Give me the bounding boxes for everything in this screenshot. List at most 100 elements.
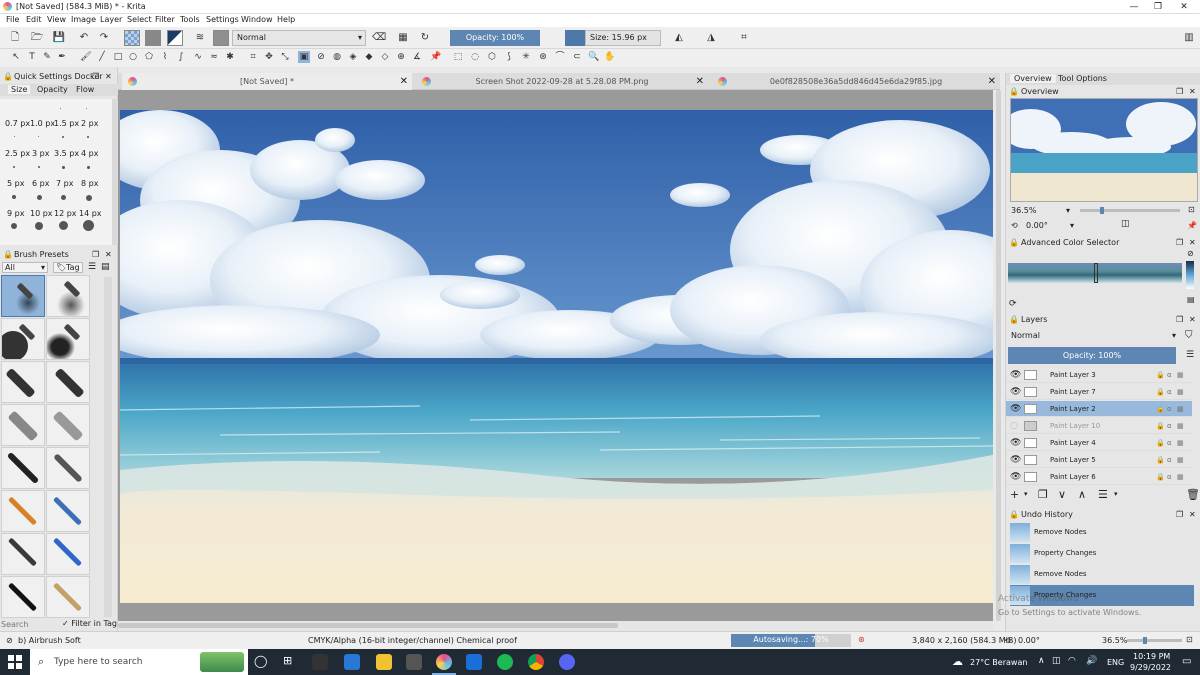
size-preset[interactable]: 10 px <box>30 209 53 218</box>
blend-mode-select[interactable]: Normal ▾ <box>232 30 366 46</box>
menu-select[interactable]: Select <box>127 15 152 24</box>
alpha-lock-icon[interactable]: ▦ <box>396 31 410 45</box>
scrollbar-thumb[interactable] <box>118 623 618 628</box>
float-icon[interactable]: ❐ <box>1176 314 1183 326</box>
alpha-icon[interactable]: α <box>1167 418 1172 434</box>
color-space-label[interactable]: CMYK/Alpha (16-bit integer/channel) Chem… <box>308 636 517 645</box>
eye-icon[interactable]: 👁 <box>1010 401 1021 417</box>
horizontal-scrollbar[interactable] <box>118 621 993 631</box>
polyline-tool-icon[interactable]: ⌇ <box>159 51 171 63</box>
multibrush-icon[interactable]: ✱ <box>224 51 236 63</box>
redo-icon[interactable]: ↷ <box>97 31 111 45</box>
tab-size[interactable]: Size <box>8 85 31 94</box>
scrollbar-thumb[interactable] <box>996 90 1001 621</box>
brush-preset[interactable] <box>1 361 45 403</box>
lock-icon[interactable]: 🔒 <box>1156 367 1165 383</box>
menu-view[interactable]: View <box>47 15 66 24</box>
save-icon[interactable]: 💾 <box>52 31 66 45</box>
close-icon[interactable]: ✕ <box>1189 86 1196 98</box>
close-icon[interactable]: ✕ <box>1189 509 1196 521</box>
lock-icon[interactable]: 🔒 <box>3 70 13 83</box>
alpha-icon[interactable]: α <box>1167 401 1172 417</box>
size-preset[interactable]: 6 px <box>32 179 49 188</box>
gradient-tool-icon[interactable]: ▣ <box>298 51 310 63</box>
brush-preset[interactable] <box>1 404 45 446</box>
brush-preset-airbrush-soft[interactable] <box>1 275 45 317</box>
size-preset[interactable]: 5 px <box>7 179 24 188</box>
layer-row[interactable]: 👁 Paint Layer 6 🔒 α ▦ <box>1006 469 1192 485</box>
brush-preset[interactable] <box>46 318 90 360</box>
size-preset[interactable]: 4 px <box>81 149 98 158</box>
menu-tools[interactable]: Tools <box>180 15 200 24</box>
float-icon[interactable]: ❐ <box>92 70 99 83</box>
size-preset[interactable]: 2 px <box>81 119 98 128</box>
brush-preset[interactable] <box>1 318 45 360</box>
tab-overview[interactable]: Overview <box>1010 74 1056 83</box>
eye-icon[interactable]: 👁 <box>1010 452 1021 468</box>
brush-settings-icon[interactable]: ≋ <box>193 31 207 45</box>
new-document-icon[interactable]: 🗋 <box>8 31 22 45</box>
polygonal-selection-icon[interactable]: ⬡ <box>486 51 498 63</box>
size-preset[interactable]: 7 px <box>56 179 73 188</box>
clock-time[interactable]: 10:19 PM <box>1133 652 1170 661</box>
size-preset[interactable]: 8 px <box>81 179 98 188</box>
tab-document-3[interactable]: 0e0f828508e36a5dd846d45e6da29f85.jpg ✕ <box>712 73 1000 90</box>
enclose-fill-icon[interactable]: ◇ <box>379 51 391 63</box>
opacity-slider[interactable]: Opacity: 100% <box>450 30 540 46</box>
bezier-selection-icon[interactable]: ⌒ <box>554 51 566 63</box>
freehand-brush-icon[interactable]: 🖌 <box>80 51 92 63</box>
foreground-background-color-icon[interactable] <box>167 30 183 46</box>
pin-icon[interactable]: 📌 <box>1187 221 1197 230</box>
eye-icon[interactable]: 👁 <box>1010 384 1021 400</box>
alpha-icon[interactable]: α <box>1167 452 1172 468</box>
brush-preset-swatch[interactable] <box>213 30 229 46</box>
freehand-path-icon[interactable]: ∿ <box>192 51 204 63</box>
color-selector-gradient[interactable] <box>1008 263 1182 283</box>
lock-icon[interactable]: 🔒 <box>1009 314 1019 326</box>
lock-icon[interactable]: 🔒 <box>1156 401 1165 417</box>
close-icon[interactable]: ✕ <box>400 73 408 90</box>
tab-flow[interactable]: Flow <box>76 85 94 94</box>
network-icon[interactable]: ◫ <box>1052 656 1061 666</box>
alpha-icon[interactable]: α <box>1167 367 1172 383</box>
layer-blend-mode-select[interactable]: Normal ▾ <box>1008 329 1176 343</box>
eraser-icon[interactable]: ⌫ <box>372 31 386 45</box>
close-icon[interactable]: ✕ <box>1172 1 1196 13</box>
size-preset[interactable]: 14 px <box>79 209 102 218</box>
rectangle-tool-icon[interactable]: □ <box>112 51 124 63</box>
color-value-strip[interactable] <box>1186 261 1194 289</box>
size-preset[interactable]: 3 px <box>32 149 49 158</box>
crop-tool-icon[interactable]: ⌗ <box>247 51 259 63</box>
similar-selection-icon[interactable]: ⊛ <box>537 51 549 63</box>
minimize-icon[interactable]: — <box>1122 1 1146 13</box>
inherit-alpha-icon[interactable]: ▦ <box>1177 469 1184 485</box>
chevron-down-icon[interactable]: ▾ <box>1114 490 1118 498</box>
layer-properties-icon[interactable]: ☰ <box>1098 488 1108 501</box>
layer-row-hidden[interactable]: ○ Paint Layer 10 🔒 α ▦ <box>1006 418 1192 434</box>
duplicate-layer-icon[interactable]: ❐ <box>1038 488 1048 501</box>
reload-preset-icon[interactable]: ↻ <box>418 31 432 45</box>
mirror-horizontal-icon[interactable]: ◭ <box>672 31 686 45</box>
brush-preset[interactable] <box>46 576 90 618</box>
alpha-icon[interactable]: α <box>1167 469 1172 485</box>
brush-preset[interactable] <box>46 275 90 317</box>
inherit-alpha-icon[interactable]: ▦ <box>1177 435 1184 451</box>
size-slider-fill[interactable] <box>565 30 585 46</box>
color-settings-icon[interactable]: ⊘ <box>1187 249 1194 258</box>
select-shapes-icon[interactable]: ↖ <box>10 51 22 63</box>
discord-icon[interactable] <box>559 654 575 670</box>
undo-item[interactable]: Remove Nodes <box>1010 564 1194 585</box>
crop-icon[interactable]: ⌗ <box>737 31 751 45</box>
size-preset[interactable]: 3.5 px <box>54 149 79 158</box>
layer-row[interactable]: 👁 Paint Layer 7 🔒 α ▦ <box>1006 384 1192 400</box>
tab-tool-options[interactable]: Tool Options <box>1058 74 1107 83</box>
calligraphy-icon[interactable]: ✒ <box>56 51 68 63</box>
alpha-icon[interactable]: α <box>1167 435 1172 451</box>
elliptical-selection-icon[interactable]: ◌ <box>469 51 481 63</box>
krita-taskbar-icon[interactable] <box>436 654 452 670</box>
menu-filter[interactable]: Filter <box>155 15 175 24</box>
eye-closed-icon[interactable]: ○ <box>1010 418 1018 434</box>
fill-tool-icon[interactable]: ◆ <box>363 51 375 63</box>
brush-preset[interactable] <box>46 490 90 532</box>
size-preset[interactable]: 2.5 px <box>5 149 30 158</box>
